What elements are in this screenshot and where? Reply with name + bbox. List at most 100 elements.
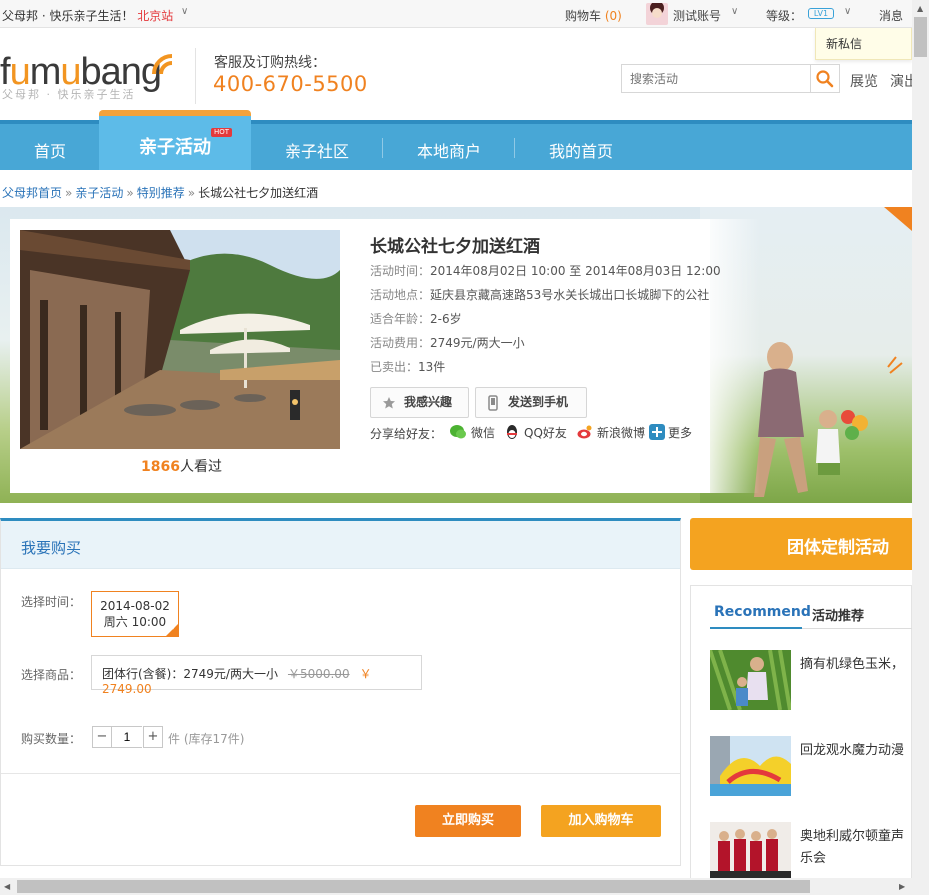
level-badge: LV1 [808,8,834,19]
event-fee-row: 活动费用：2749元/两大一小 [370,334,525,351]
weibo-icon[interactable] [577,424,593,440]
phone-icon [488,395,498,411]
avatar[interactable] [646,3,668,25]
wechat-icon[interactable] [450,424,466,440]
check-icon: ✓ [171,624,177,632]
city-chevron-down-icon[interactable]: ∨ [181,6,188,17]
select-time-label: 选择时间： [21,595,82,609]
event-place-row: 活动地点：延庆县京藏高速路53号水关长城出口长城脚下的公社 [370,286,709,303]
header-divider [195,48,196,104]
hotline-label: 客服及订购热线： [214,55,326,71]
scroll-left-arrow-icon[interactable]: ◀ [4,882,10,891]
vertical-scrollbar-thumb[interactable] [914,17,927,57]
recommend-title[interactable]: 回龙观水魔力动漫 [800,740,913,762]
vertical-scrollbar[interactable] [912,0,929,878]
share-wechat[interactable]: 微信 [471,424,495,441]
event-photo-image [20,230,340,449]
account-name[interactable]: 测试账号 [673,7,721,24]
share-qq[interactable]: QQ好友 [524,424,567,441]
nav-my-home[interactable]: 我的首页 [549,138,613,162]
quantity-input[interactable] [112,726,142,748]
quantity-decrease-button[interactable]: − [92,726,112,748]
recommend-title-line1: 奥地利威尔顿童声 [800,829,905,844]
date-option-time: 周六 10:00 [103,615,167,629]
event-time: 2014年08月02日 10:00 至 2014年08月03日 12:00 [430,264,721,278]
date-option-selected[interactable]: 2014-08-02 周六 10:00 ✓ [91,591,179,637]
stock-info: 件 (库存17件) [168,732,245,746]
purchase-panel: 我要购买 选择时间： 2014-08-02 周六 10:00 ✓ 选择商品： 团… [0,518,681,866]
tab-activity-recommend[interactable]: 活动推荐 [812,605,864,624]
nav-activities-active[interactable]: 亲子活动 [99,110,251,170]
event-place: 延庆县京藏高速路53号水关长城出口长城脚下的公社 [430,288,710,302]
recommend-thumbnail[interactable] [710,822,791,882]
purchase-divider [1,773,680,774]
interest-button[interactable]: 我感兴趣 [370,387,469,418]
search-icon [816,70,834,88]
horizontal-scrollbar-thumb[interactable] [17,880,810,893]
messages-link[interactable]: 消息 [879,7,903,24]
corner-ribbon [884,207,912,231]
share-label: 分享给好友： [370,427,443,441]
hotline-number: 400-670-5500 [213,72,368,96]
water-park-image [710,736,791,796]
level-chevron-down-icon[interactable]: ∨ [844,6,851,17]
breadcrumb-activities[interactable]: 亲子活动 [75,186,123,200]
quantity-increase-button[interactable]: + [143,726,163,748]
purchase-panel-title: 我要购买 [21,539,82,557]
new-message-text: 新私信 [826,37,863,51]
cart-label: 购物车 [565,9,602,23]
event-place-label: 活动地点： [370,288,431,302]
qq-icon[interactable] [504,424,520,440]
scroll-right-arrow-icon[interactable]: ▶ [899,882,905,891]
slogan-text: 父母邦 · 快乐亲子生活！ [2,9,134,23]
goods-original-price: ￥5000.00 [287,667,350,681]
top-bar-slogan: 父母邦 · 快乐亲子生活！ 北京站 [2,7,173,24]
header-link-exhibition[interactable]: 展览 [850,71,878,91]
nav-home[interactable]: 首页 [34,138,66,162]
cart-count: (0) [604,9,622,23]
event-sold-label: 已卖出： [370,360,419,374]
city-selector[interactable]: 北京站 [137,9,173,23]
event-fee: 2749元/两大一小 [430,336,525,350]
goods-name: 团体行(含餐)：2749元/两大一小 [102,667,278,681]
cart-link[interactable]: 购物车 (0) [565,7,622,24]
recommend-thumbnail[interactable] [710,650,791,710]
share-more[interactable]: 更多 [668,424,692,441]
send-to-phone-button[interactable]: 发送到手机 [475,387,587,418]
breadcrumb-special[interactable]: 特别推荐 [137,186,185,200]
view-count: 1866 [141,459,180,475]
event-photo[interactable] [20,230,340,449]
breadcrumb-separator: » [187,186,196,200]
team-custom-label: 团体定制活动 [787,538,889,558]
add-to-cart-button[interactable]: 加入购物车 [541,805,661,837]
logo-subtitle: 父母邦 · 快乐亲子生活 [2,88,136,101]
buy-now-button[interactable]: 立即购买 [415,805,521,837]
nav-local-merchants[interactable]: 本地商户 [417,138,481,162]
corn-picking-image [710,650,791,710]
breadcrumb-home[interactable]: 父母邦首页 [2,186,62,200]
account-chevron-down-icon[interactable]: ∨ [731,6,738,17]
quantity-label: 购买数量： [21,732,82,746]
recommend-panel: Recommend 活动推荐 摘有机绿色玉米， 回龙观水魔力动漫 奥地利威尔顿童… [690,585,913,885]
breadcrumb-separator: » [126,186,134,200]
tab-recommend[interactable]: Recommend [714,604,811,620]
event-fee-label: 活动费用： [370,336,431,350]
goods-option[interactable]: 团体行(含餐)：2749元/两大一小 ￥5000.00 ￥ 2749.00 [91,655,422,696]
scroll-up-arrow-icon[interactable]: ▲ [917,4,923,13]
event-sold: 13件 [418,360,446,374]
nav-community[interactable]: 亲子社区 [285,138,349,162]
search-button[interactable] [811,64,840,93]
recommend-title[interactable]: 奥地利威尔顿童声 乐会 [800,826,913,870]
event-age-label: 适合年龄： [370,312,431,326]
purchase-panel-header: 我要购买 [1,521,680,569]
recommend-thumbnail[interactable] [710,736,791,796]
recommend-title[interactable]: 摘有机绿色玉米， [800,654,913,676]
share-weibo[interactable]: 新浪微博 [597,424,645,441]
breadcrumb-separator: » [65,186,73,200]
event-time-label: 活动时间： [370,264,431,278]
search-input[interactable] [622,65,810,92]
plus-icon[interactable] [649,424,665,440]
team-custom-button[interactable]: 团体定制活动 [690,518,912,570]
nav-divider [382,138,383,158]
new-message-tooltip[interactable]: 新私信 [815,28,912,60]
